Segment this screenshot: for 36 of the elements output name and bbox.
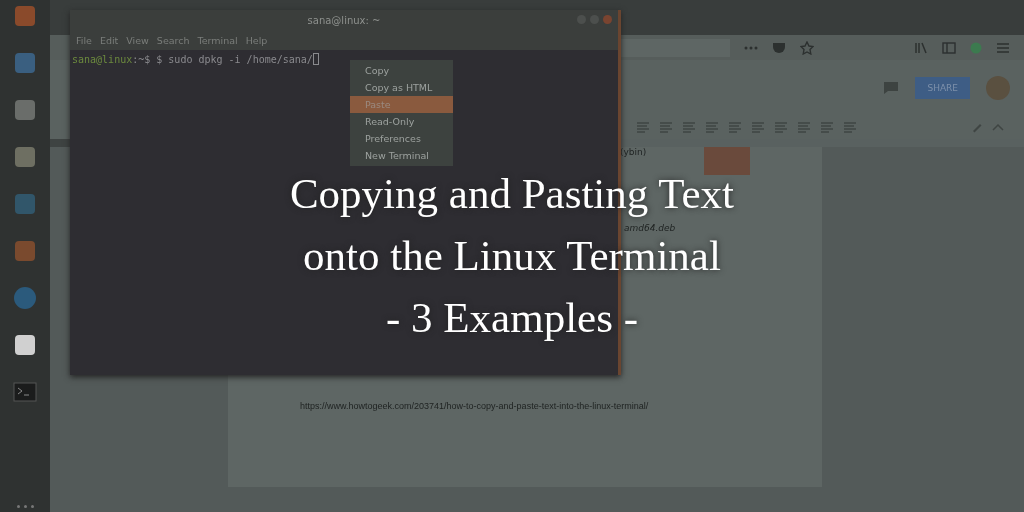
context-menu-item[interactable]: Read-Only	[350, 113, 453, 130]
document-link[interactable]: https://www.howtogeek.com/203741/how-to-copy-and-paste-text-into-the-linux-terminal/	[300, 401, 649, 411]
headline: - 3 Examples -	[386, 293, 638, 343]
extension-icon[interactable]	[970, 41, 982, 54]
menu-item[interactable]: View	[126, 34, 149, 46]
prompt-line: sana@linux:~$ $ sudo dpkg -i /home/sana/	[72, 53, 313, 65]
pocket-icon[interactable]	[772, 41, 786, 54]
sidebar-icon[interactable]	[942, 41, 956, 54]
context-menu-item[interactable]: Copy as HTML	[350, 79, 453, 96]
menu-item[interactable]: File	[76, 34, 92, 46]
context-menu-item[interactable]: Preferences	[350, 130, 453, 147]
document-text: amd64.deb	[624, 223, 676, 233]
menu-icon[interactable]	[996, 41, 1010, 54]
window-title: sana@linux: ~	[307, 14, 381, 26]
image-placeholder	[704, 147, 750, 175]
menu-item[interactable]: Terminal	[197, 34, 238, 46]
document-text: (ybin)	[620, 147, 647, 157]
share-button[interactable]: SHARE	[915, 76, 970, 99]
menu-item[interactable]: Edit	[99, 34, 119, 46]
avatar[interactable]	[986, 75, 1010, 100]
context-menu-item[interactable]: Paste	[350, 96, 453, 113]
collapse-icon[interactable]	[992, 123, 1004, 131]
star-icon[interactable]	[800, 40, 814, 55]
menu-item[interactable]: Help	[245, 34, 268, 46]
close-icon[interactable]	[603, 15, 612, 24]
more-icon[interactable]	[744, 45, 758, 50]
headline: Copying and Pasting Text	[289, 169, 735, 219]
context-menu-item[interactable]: New Terminal	[350, 147, 453, 164]
library-icon[interactable]	[914, 41, 928, 54]
context-menu-item[interactable]: Copy	[350, 62, 453, 79]
menu-item[interactable]: Search	[156, 34, 190, 46]
headline: onto the Linux Terminal	[303, 231, 721, 281]
terminal-icon[interactable]	[13, 380, 37, 404]
comment-icon[interactable]	[883, 80, 900, 95]
text-cursor	[312, 53, 319, 65]
pencil-icon[interactable]	[971, 121, 983, 133]
